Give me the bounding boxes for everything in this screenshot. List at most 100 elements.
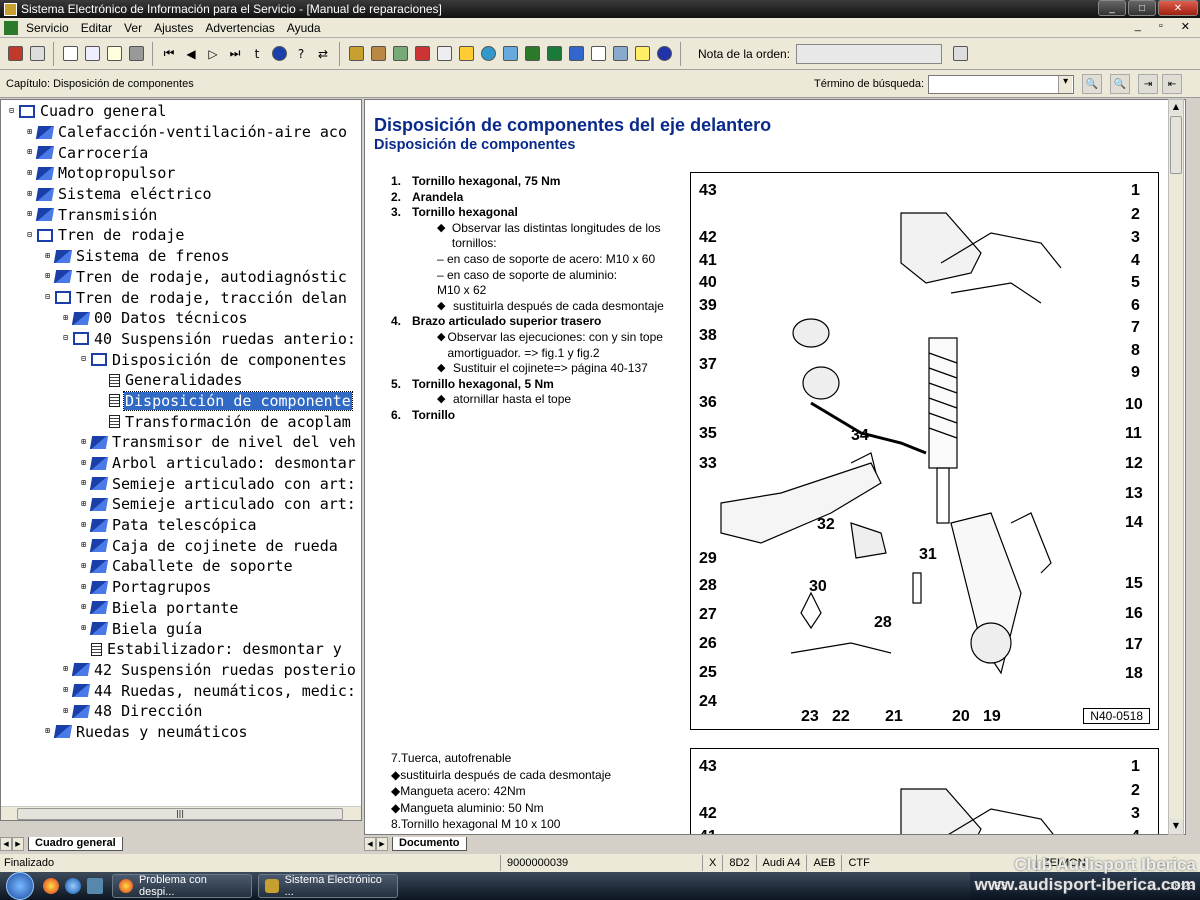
- tree-node[interactable]: ⊞ Biela guía: [1, 618, 361, 639]
- tree-node[interactable]: Generalidades: [1, 370, 361, 391]
- tab-documento[interactable]: Documento: [392, 837, 467, 851]
- tree-node[interactable]: ⊟ 40 Suspensión ruedas anterio:: [1, 329, 361, 350]
- expand-toggle-icon[interactable]: ⊞: [79, 520, 88, 530]
- scroll-up-icon[interactable]: ▲: [1169, 100, 1183, 115]
- vehicle-icon[interactable]: [126, 43, 146, 65]
- expand-toggle-icon[interactable]: ⊞: [79, 437, 88, 447]
- mdi-close-button[interactable]: ✕: [1175, 20, 1196, 33]
- tools-icon[interactable]: [368, 43, 388, 65]
- tab-cuadro-general[interactable]: Cuadro general: [28, 837, 123, 851]
- collapse-toggle-icon[interactable]: ⊟: [79, 355, 88, 365]
- tree-node[interactable]: Disposición de componente: [1, 390, 361, 412]
- menu-servicio[interactable]: Servicio: [20, 21, 75, 35]
- minimize-button[interactable]: _: [1098, 0, 1126, 16]
- show-desktop-icon[interactable]: [87, 878, 103, 894]
- collapse-toggle-icon[interactable]: ⊟: [25, 230, 34, 240]
- notes-icon[interactable]: [104, 43, 124, 65]
- tree-node[interactable]: ⊞ Transmisor de nivel del veh: [1, 432, 361, 453]
- expand-toggle-icon[interactable]: ⊞: [61, 686, 70, 696]
- flag-icon[interactable]: [654, 43, 674, 65]
- tree-node[interactable]: ⊞ 00 Datos técnicos: [1, 308, 361, 329]
- expand-toggle-icon[interactable]: ⊞: [25, 148, 34, 158]
- exit-icon[interactable]: [5, 43, 25, 65]
- new-document-icon[interactable]: [60, 43, 80, 65]
- menu-ayuda[interactable]: Ayuda: [281, 21, 327, 35]
- previous-page-icon[interactable]: ◀: [181, 43, 201, 65]
- wrench-icon[interactable]: [522, 43, 542, 65]
- last-page-icon[interactable]: ⏭: [225, 43, 245, 65]
- tab-scroll-right-icon[interactable]: ▶: [12, 837, 24, 851]
- expand-toggle-icon[interactable]: ⊞: [25, 210, 34, 220]
- internet-explorer-icon[interactable]: [65, 878, 81, 894]
- expand-toggle-icon[interactable]: ⊞: [79, 479, 88, 489]
- order-note-input[interactable]: [796, 43, 943, 64]
- expand-toggle-icon[interactable]: ⊞: [43, 251, 52, 261]
- scrollbar-thumb[interactable]: |||: [17, 808, 343, 820]
- tree-node[interactable]: ⊞ Transmisión: [1, 204, 361, 225]
- order-note-icon[interactable]: [950, 43, 970, 65]
- warning-icon[interactable]: [456, 43, 476, 65]
- search-icon[interactable]: 🔍: [1082, 74, 1103, 94]
- tree-node[interactable]: ⊞ Motopropulsor: [1, 163, 361, 184]
- tree-node[interactable]: ⊞ Calefacción-ventilación-aire aco: [1, 122, 361, 143]
- tree-node[interactable]: ⊞ Semieje articulado con art:: [1, 473, 361, 494]
- tab-scroll-left-icon[interactable]: ◀: [364, 837, 376, 851]
- expand-toggle-icon[interactable]: ⊞: [79, 603, 88, 613]
- key-icon[interactable]: [610, 43, 630, 65]
- tree-node[interactable]: ⊟ Tren de rodaje: [1, 225, 361, 246]
- chrome-icon[interactable]: [43, 878, 59, 894]
- expand-toggle-icon[interactable]: ⊞: [79, 624, 88, 634]
- lightbulb-icon[interactable]: [632, 43, 652, 65]
- expand-toggle-icon[interactable]: ⊞: [79, 541, 88, 551]
- expand-icon[interactable]: ⇥: [1138, 74, 1159, 94]
- car-icon[interactable]: [544, 43, 564, 65]
- collapse-icon[interactable]: ⇤: [1162, 74, 1183, 94]
- next-page-icon[interactable]: ▷: [203, 43, 223, 65]
- text-jump-icon[interactable]: t: [247, 43, 267, 65]
- expand-toggle-icon[interactable]: ⊞: [79, 561, 88, 571]
- tree-node[interactable]: ⊟ Cuadro general: [1, 101, 361, 122]
- expand-toggle-icon[interactable]: ⊞: [61, 706, 70, 716]
- tree-node[interactable]: ⊞ Caballete de soporte: [1, 556, 361, 577]
- tree-node[interactable]: ⊞ 42 Suspensión ruedas posterio: [1, 660, 361, 681]
- search-input[interactable]: [928, 74, 1075, 94]
- expand-toggle-icon[interactable]: ⊞: [43, 272, 52, 282]
- print-icon[interactable]: [27, 43, 47, 65]
- collapse-toggle-icon[interactable]: ⊟: [43, 293, 52, 303]
- expand-toggle-icon[interactable]: ⊞: [79, 582, 88, 592]
- tree-node[interactable]: ⊞ 48 Dirección: [1, 701, 361, 722]
- clipboard-icon[interactable]: [588, 43, 608, 65]
- task-elsa[interactable]: Sistema Electrónico ...: [258, 874, 398, 898]
- expand-toggle-icon[interactable]: ⊞: [61, 665, 70, 675]
- menu-ver[interactable]: Ver: [118, 21, 148, 35]
- maximize-button[interactable]: □: [1128, 0, 1156, 16]
- tab-scroll-right-icon[interactable]: ▶: [376, 837, 388, 851]
- collapse-toggle-icon[interactable]: ⊟: [7, 106, 16, 116]
- close-button[interactable]: ✕: [1158, 0, 1198, 16]
- tree-node[interactable]: ⊞ 44 Ruedas, neumáticos, medic:: [1, 680, 361, 701]
- diagnostic-icon[interactable]: [566, 43, 586, 65]
- search-next-icon[interactable]: 🔍: [1110, 74, 1131, 94]
- tree-node[interactable]: ⊞ Sistema eléctrico: [1, 184, 361, 205]
- menu-editar[interactable]: Editar: [75, 21, 118, 35]
- tree-node[interactable]: ⊞ Semieje articulado con art:: [1, 494, 361, 515]
- expand-toggle-icon[interactable]: ⊞: [25, 127, 34, 137]
- mdi-minimize-button[interactable]: _: [1129, 20, 1147, 33]
- menu-advertencias[interactable]: Advertencias: [199, 21, 280, 35]
- tree-horizontal-scrollbar[interactable]: |||: [1, 806, 361, 820]
- first-page-icon[interactable]: ⏮: [159, 43, 179, 65]
- expand-toggle-icon[interactable]: ⊞: [79, 458, 88, 468]
- tab-scroll-left-icon[interactable]: ◀: [0, 837, 12, 851]
- expand-toggle-icon[interactable]: ⊞: [61, 313, 70, 323]
- tree-node[interactable]: ⊞ Arbol articulado: desmontar: [1, 453, 361, 474]
- document-vertical-scrollbar[interactable]: ▲ ▼: [1168, 99, 1184, 835]
- tree-node[interactable]: ⊞ Caja de cojinete de rueda: [1, 535, 361, 556]
- menu-ajustes[interactable]: Ajustes: [148, 21, 199, 35]
- tree-node[interactable]: ⊞ Tren de rodaje, autodiagnóstic: [1, 267, 361, 288]
- tree-node[interactable]: Transformación de acoplam: [1, 411, 361, 432]
- expand-toggle-icon[interactable]: ⊞: [79, 499, 88, 509]
- tree-node[interactable]: ⊞ Portagrupos: [1, 577, 361, 598]
- save-icon[interactable]: [500, 43, 520, 65]
- tree-node[interactable]: ⊞ Pata telescópica: [1, 515, 361, 536]
- tree-node[interactable]: ⊟ Disposición de componentes: [1, 349, 361, 370]
